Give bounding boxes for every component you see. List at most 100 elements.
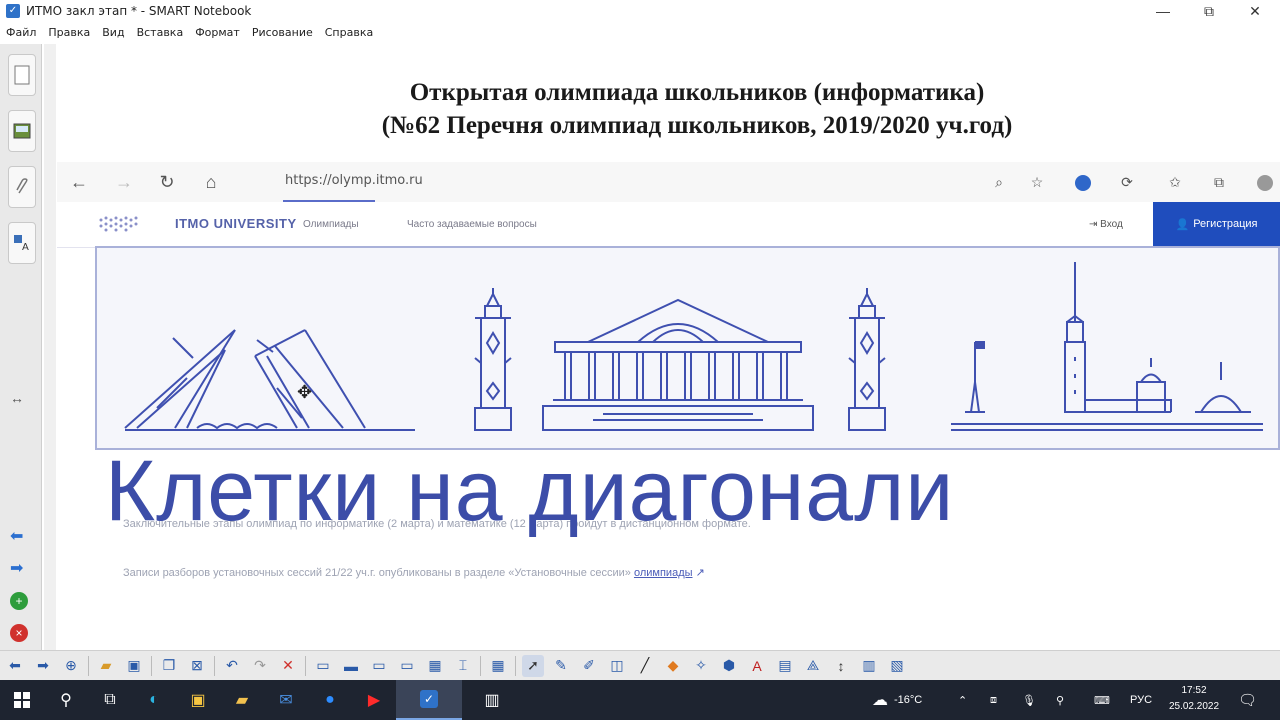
- store-icon[interactable]: ▣: [176, 680, 220, 720]
- previous-page-icon[interactable]: ⬅: [10, 526, 23, 546]
- keyboard-icon[interactable]: ⌨: [1094, 680, 1110, 720]
- clock[interactable]: 17:52 25.02.2022: [1162, 683, 1226, 715]
- link-icon[interactable]: ⚲: [1056, 680, 1064, 720]
- notifications-icon[interactable]: 🗨: [1238, 680, 1257, 720]
- notice-line2: Записи разборов установочных сессий 21/2…: [123, 566, 705, 579]
- zoom-app-icon[interactable]: ●: [308, 680, 352, 720]
- document-camera-icon[interactable]: ▭: [396, 655, 418, 677]
- page-icon: [14, 65, 30, 85]
- search-icon[interactable]: ⚲: [44, 680, 88, 720]
- resize-handle-icon[interactable]: ↔: [10, 390, 24, 406]
- attachments-tab[interactable]: [8, 166, 36, 208]
- notice-line2-text: Записи разборов установочных сессий 21/2…: [123, 567, 631, 579]
- edge-icon[interactable]: ◐: [132, 680, 176, 720]
- customize-icon[interactable]: ▧: [886, 655, 908, 677]
- next-page-icon[interactable]: ➡: [10, 558, 23, 578]
- shapes-icon[interactable]: ◆: [662, 655, 684, 677]
- magic-pen-icon[interactable]: ✧: [690, 655, 712, 677]
- delete-slide-icon[interactable]: ⊠: [186, 655, 208, 677]
- menu-draw[interactable]: Рисование: [252, 26, 313, 39]
- back-icon: ←: [70, 172, 88, 192]
- smart-notebook-taskbar-icon[interactable]: ✓: [396, 680, 462, 720]
- weather-temp: -16°C: [894, 694, 923, 706]
- toolbar-separator: [88, 655, 89, 676]
- open-folder-icon[interactable]: ▰: [95, 655, 117, 677]
- menu-bar: Файл Правка Вид Вставка Формат Рисование…: [0, 22, 1280, 42]
- slide-canvas[interactable]: Открытая олимпиада школьников (информати…: [57, 44, 1280, 650]
- next-page-button-icon[interactable]: ➡: [32, 655, 54, 677]
- save-icon[interactable]: ▣: [123, 655, 145, 677]
- menu-view[interactable]: Вид: [102, 26, 124, 39]
- toolbar-extra-icon[interactable]: ▥: [858, 655, 880, 677]
- add-page-icon[interactable]: +: [10, 592, 28, 610]
- page-sorter-tab[interactable]: [8, 54, 36, 96]
- select-icon[interactable]: ➚: [522, 654, 544, 677]
- paperclip-icon: [16, 178, 28, 194]
- properties-tab[interactable]: A: [8, 222, 36, 264]
- menu-help[interactable]: Справка: [325, 26, 373, 39]
- delete-page-icon[interactable]: ×: [10, 624, 28, 642]
- eraser-icon[interactable]: ◫: [606, 655, 628, 677]
- embedded-browser-toolbar: ← → ↻ ⌂ ⌕ ☆ ⟳ ✩ ⧉: [57, 162, 1280, 314]
- network-device-icon[interactable]: ⧈: [990, 680, 997, 720]
- tools-icon[interactable]: ⌶: [452, 655, 474, 677]
- capture-icon[interactable]: ▦: [424, 655, 446, 677]
- properties-button-icon[interactable]: ▤: [774, 655, 796, 677]
- menu-format[interactable]: Формат: [195, 26, 240, 39]
- start-button[interactable]: [0, 680, 44, 720]
- show-hidden-icons[interactable]: ⌃: [958, 680, 967, 720]
- smart-notebook-window: ✓ ИТМО закл этап * - SMART Notebook — ⧉ …: [0, 0, 1280, 720]
- user-icon: 👤: [1175, 218, 1190, 231]
- weather-widget[interactable]: ☁ -16°C: [872, 680, 922, 720]
- full-screen-icon[interactable]: ▬: [340, 655, 362, 677]
- vertical-scrollbar[interactable]: [44, 44, 56, 650]
- delete-icon[interactable]: ✕: [277, 655, 299, 677]
- text-icon[interactable]: A: [746, 655, 768, 677]
- creative-pen-icon[interactable]: ✐: [578, 655, 600, 677]
- microphone-icon[interactable]: 🎙: [1022, 680, 1036, 720]
- table-icon[interactable]: ▦: [487, 655, 509, 677]
- taskbar-app-icon[interactable]: ▥: [462, 680, 522, 720]
- language-indicator[interactable]: РУС: [1130, 680, 1152, 720]
- toolbar-separator: [214, 655, 215, 676]
- windows-logo-icon: [14, 692, 30, 708]
- fill-icon[interactable]: ⬢: [718, 655, 740, 677]
- menu-insert[interactable]: Вставка: [137, 26, 184, 39]
- task-view-icon[interactable]: ⧉: [88, 680, 132, 720]
- line-icon[interactable]: ╱: [634, 655, 656, 677]
- minimize-button[interactable]: —: [1140, 0, 1186, 22]
- home-icon: ⌂: [205, 172, 217, 192]
- clock-date: 25.02.2022: [1168, 701, 1220, 712]
- youtube-icon[interactable]: ▶: [352, 680, 396, 720]
- paste-icon[interactable]: ❐: [158, 655, 180, 677]
- redo-icon[interactable]: ↷: [249, 655, 271, 677]
- measurement-icon[interactable]: ⟁: [802, 655, 824, 677]
- mail-icon[interactable]: ✉: [264, 680, 308, 720]
- undo-icon[interactable]: ↶: [221, 655, 243, 677]
- pen-icon[interactable]: ✎: [550, 655, 572, 677]
- display-icon[interactable]: ▭: [368, 655, 390, 677]
- menu-edit[interactable]: Правка: [48, 26, 90, 39]
- url-text: https://olymp.itmo.ru: [285, 173, 423, 188]
- toolbar-separator: [515, 655, 516, 676]
- move-toolbar-icon[interactable]: ↕: [830, 655, 852, 677]
- site-logo: ITMO UNIVERSITY: [175, 216, 297, 231]
- maximize-button[interactable]: ⧉: [1186, 0, 1232, 22]
- properties-icon: A: [14, 235, 29, 252]
- slide-heading: Открытая олимпиада школьников (информати…: [342, 76, 1052, 142]
- add-page-button-icon[interactable]: ⊕: [60, 655, 82, 677]
- nav-faq: Часто задаваемые вопросы: [407, 219, 537, 230]
- close-button[interactable]: ✕: [1232, 0, 1278, 22]
- menu-file[interactable]: Файл: [6, 26, 36, 39]
- active-tab-indicator: [283, 200, 375, 202]
- previous-page-button-icon[interactable]: ⬅: [4, 655, 26, 677]
- external-link-icon: ↗: [695, 567, 705, 579]
- file-explorer-icon[interactable]: ▰: [220, 680, 264, 720]
- slide-heading-line1: Открытая олимпиада школьников (информати…: [409, 79, 985, 106]
- bottom-toolbar: ⬅ ➡ ⊕ ▰ ▣ ❐ ⊠ ↶ ↷ ✕ ▭ ▬ ▭ ▭ ▦ ⌶ ▦ ➚ ✎ ✐ …: [0, 650, 1280, 680]
- screen-shade-icon[interactable]: ▭: [312, 655, 334, 677]
- overlay-title[interactable]: Клетки на диагонали: [105, 442, 954, 541]
- gallery-tab[interactable]: [8, 110, 36, 152]
- itmo-logo-icon: [99, 216, 138, 232]
- title-bar: ✓ ИТМО закл этап * - SMART Notebook — ⧉ …: [0, 0, 1280, 22]
